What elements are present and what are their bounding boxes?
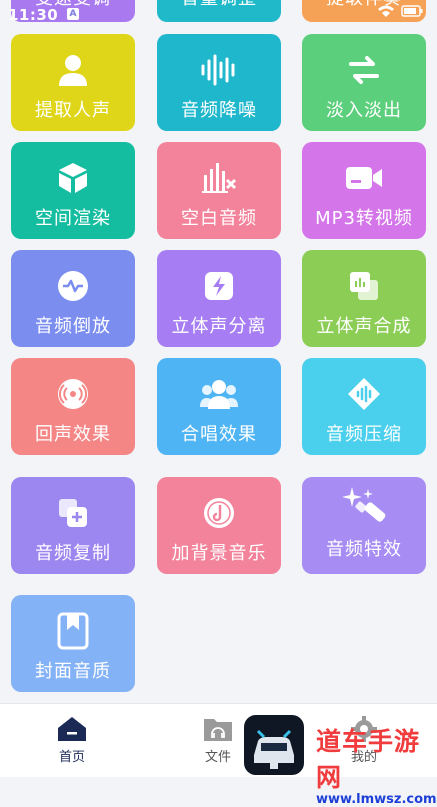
waveform-icon [199,52,239,88]
tile-chorus-effect[interactable]: 合唱效果 [157,358,281,455]
watermark-logo [244,715,304,775]
tile-cover-quality[interactable]: 封面音质 [11,595,135,692]
group-icon [199,376,239,412]
tab-home[interactable]: 首页 [22,704,122,777]
tile-extract-vocals[interactable]: 提取人声 [11,34,135,131]
broadcast-icon [56,376,90,412]
tile-spatial-render[interactable]: 空间渲染 [11,142,135,239]
tile-blank-audio[interactable]: 空白音频 [157,142,281,239]
battery-icon [401,5,423,17]
merge-icon [347,268,381,304]
tile-label: 立体声分离 [171,316,267,337]
video-camera-icon [344,160,384,196]
tile-stereo-split[interactable]: 立体声分离 [157,250,281,347]
tile-label: 回声效果 [35,424,111,445]
tile-reverse-audio[interactable]: 音频倒放 [11,250,135,347]
tab-home-label: 首页 [58,750,85,765]
tile-label: 音频特效 [326,539,402,560]
status-bar: 11:30 A [0,0,437,24]
status-time: 11:30 [8,6,59,24]
pulse-icon [56,268,90,304]
tab-files-label: 文件 [204,750,231,765]
bars-mute-icon [200,160,238,196]
tile-label: 音频压缩 [326,424,402,445]
tile-label: 空间渲染 [35,208,111,229]
tile-audio-effects[interactable]: 音频特效 [302,477,426,574]
home-icon [57,716,87,742]
tile-label: 音频降噪 [181,100,257,121]
tile-noise-reduction[interactable]: 音频降噪 [157,34,281,131]
status-icons [377,4,423,18]
tile-label: 淡入淡出 [326,100,402,121]
person-icon [56,52,90,88]
tile-audio-copy[interactable]: 音频复制 [11,477,135,574]
tile-label: 合唱效果 [181,424,257,445]
tile-label: MP3转视频 [315,208,413,229]
tile-mp3-to-video[interactable]: MP3转视频 [302,142,426,239]
tile-echo-effect[interactable]: 回声效果 [11,358,135,455]
tile-label: 音频倒放 [35,316,111,337]
music-disc-icon [202,495,236,531]
tile-label: 加背景音乐 [171,543,267,564]
watermark-url: www.lmwsz.com [316,792,437,807]
swap-arrows-icon [347,52,381,88]
tile-label: 空白音频 [181,208,257,229]
copy-icon [56,495,90,531]
compress-icon [347,376,381,412]
tile-label: 封面音质 [35,661,111,682]
folder-icon [203,716,233,742]
cube-icon [56,160,90,196]
tile-stereo-merge[interactable]: 立体声合成 [302,250,426,347]
tile-label: 提取人声 [35,100,111,121]
wifi-icon [378,5,394,17]
tile-add-background-music[interactable]: 加背景音乐 [157,477,281,574]
watermark-text: 道车手游网 www.lmwsz.com [316,722,437,807]
bookmark-icon [56,612,90,650]
tile-label: 立体声合成 [316,316,412,337]
tile-fade-in-out[interactable]: 淡入淡出 [302,34,426,131]
magic-wand-icon [340,485,388,531]
bolt-icon [202,268,236,304]
tile-label: 音频复制 [35,543,111,564]
watermark-title: 道车手游网 [316,727,421,792]
notification-icon: A [67,8,79,20]
tile-audio-compress[interactable]: 音频压缩 [302,358,426,455]
